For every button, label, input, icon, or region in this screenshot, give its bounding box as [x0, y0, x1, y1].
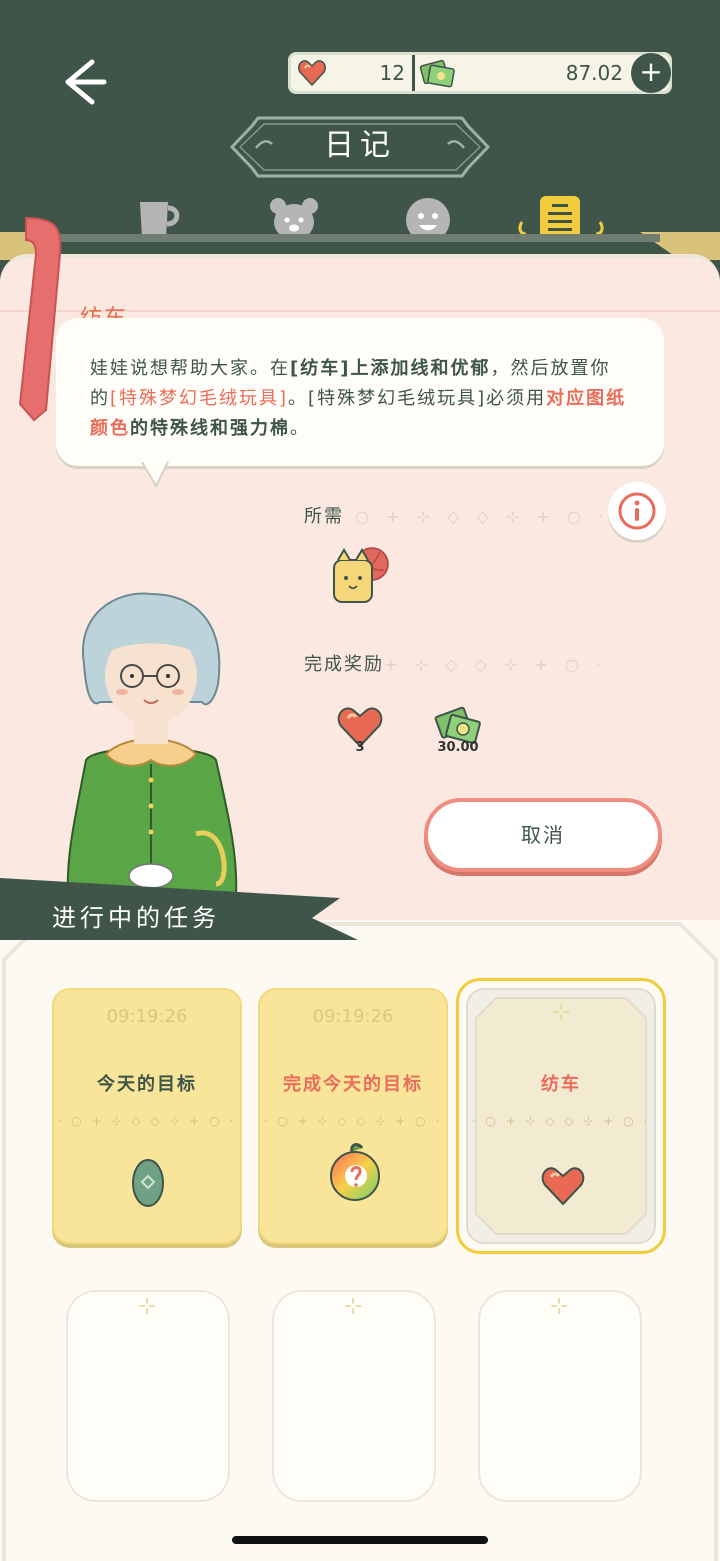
- speech-bubble-tail: [140, 460, 170, 488]
- task-card-selected[interactable]: ⊹ 纺车 · ○ + ⊹ ◇ ◇ ⊹ + ○ ·: [466, 988, 656, 1244]
- add-currency-button[interactable]: +: [631, 53, 671, 93]
- card-name: 纺车: [541, 1074, 581, 1095]
- desc-part-bold: 的特殊线和强力棉: [130, 418, 290, 439]
- desc-part: 。[特殊梦幻毛绒玩具]必须用: [288, 388, 547, 409]
- card-name: 今天的目标: [97, 1074, 197, 1095]
- title-plaque: 日记: [228, 114, 492, 180]
- empty-task-slot[interactable]: ⊹: [272, 1290, 436, 1502]
- task-card[interactable]: 09:19:26 完成今天的目标 · ○ + ⊹ ◇ ◇ ⊹ + ○ ·: [258, 988, 448, 1244]
- money-currency-icon: [419, 57, 455, 89]
- sparkle-icon: ⊹: [138, 1294, 157, 1319]
- sparkle-icon: ⊹: [550, 1294, 569, 1319]
- task-description: 娃娃说想帮助大家。在[纺车]上添加线和优郁，然后放置你的[特殊梦幻毛绒玩具]。[…: [90, 354, 630, 444]
- card-timer: 09:19:26: [106, 1006, 188, 1027]
- currency-bar: 12 87.02 +: [288, 52, 672, 94]
- card-ornament: · ○ + ⊹ ◇ ◇ ⊹ + ○ ·: [471, 1114, 651, 1128]
- plush-toy-yarn-icon: [333, 547, 389, 603]
- card-ornament: · ○ + ⊹ ◇ ◇ ⊹ + ○ ·: [263, 1114, 443, 1128]
- desc-part: 娃娃说想帮助大家。在: [90, 358, 290, 379]
- desc-part: 。: [290, 418, 310, 439]
- mystery-fruit-icon: [330, 1143, 380, 1201]
- sparkle-icon: ⊹: [552, 1000, 571, 1025]
- currency-divider: [412, 55, 415, 91]
- empty-task-slot[interactable]: ⊹: [66, 1290, 230, 1502]
- cancel-button[interactable]: 取消: [424, 798, 662, 872]
- reward-money-value: 30.00: [437, 740, 479, 755]
- grandma-character: [66, 592, 238, 896]
- money-count: 87.02: [565, 61, 623, 85]
- home-indicator[interactable]: [232, 1536, 488, 1544]
- desc-part-red: [特殊梦幻毛绒玩具]: [110, 388, 289, 409]
- page-title: 日记: [324, 128, 396, 163]
- info-icon: [618, 492, 656, 530]
- reward-label: 完成奖励+ ⊹ ◇ ◇ ⊹ + ○ ·: [304, 654, 607, 675]
- ornament-dots: + ⊹ ◇ ◇ ⊹ + ○ ·: [384, 655, 607, 674]
- task-card[interactable]: 09:19:26 今天的目标 · ○ + ⊹ ◇ ◇ ⊹ + ○ ·: [52, 988, 242, 1244]
- card-timer: 09:19:26: [312, 1006, 394, 1027]
- card-ornament: · ○ + ⊹ ◇ ◇ ⊹ + ○ ·: [57, 1114, 237, 1128]
- empty-task-slot[interactable]: ⊹: [478, 1290, 642, 1502]
- sparkle-icon: ⊹: [344, 1294, 363, 1319]
- heart-icon: [541, 1167, 585, 1206]
- ornament-dots: ○ + ⊹ ◇ ◇ ⊹ + ○ ·: [344, 507, 610, 526]
- back-arrow-icon[interactable]: [58, 56, 110, 108]
- egg-icon: [132, 1159, 164, 1207]
- required-label: 所需 ○ + ⊹ ◇ ◇ ⊹ + ○ ·: [304, 506, 610, 527]
- heart-currency-icon: [297, 58, 327, 88]
- reward-hearts-value: 3: [355, 740, 365, 755]
- info-button[interactable]: [608, 482, 666, 540]
- card-name: 完成今天的目标: [283, 1074, 423, 1095]
- hearts-count: 12: [379, 61, 405, 85]
- section-title: 进行中的任务: [52, 904, 220, 932]
- desc-part-bold: [纺车]上添加线和优郁: [290, 358, 491, 379]
